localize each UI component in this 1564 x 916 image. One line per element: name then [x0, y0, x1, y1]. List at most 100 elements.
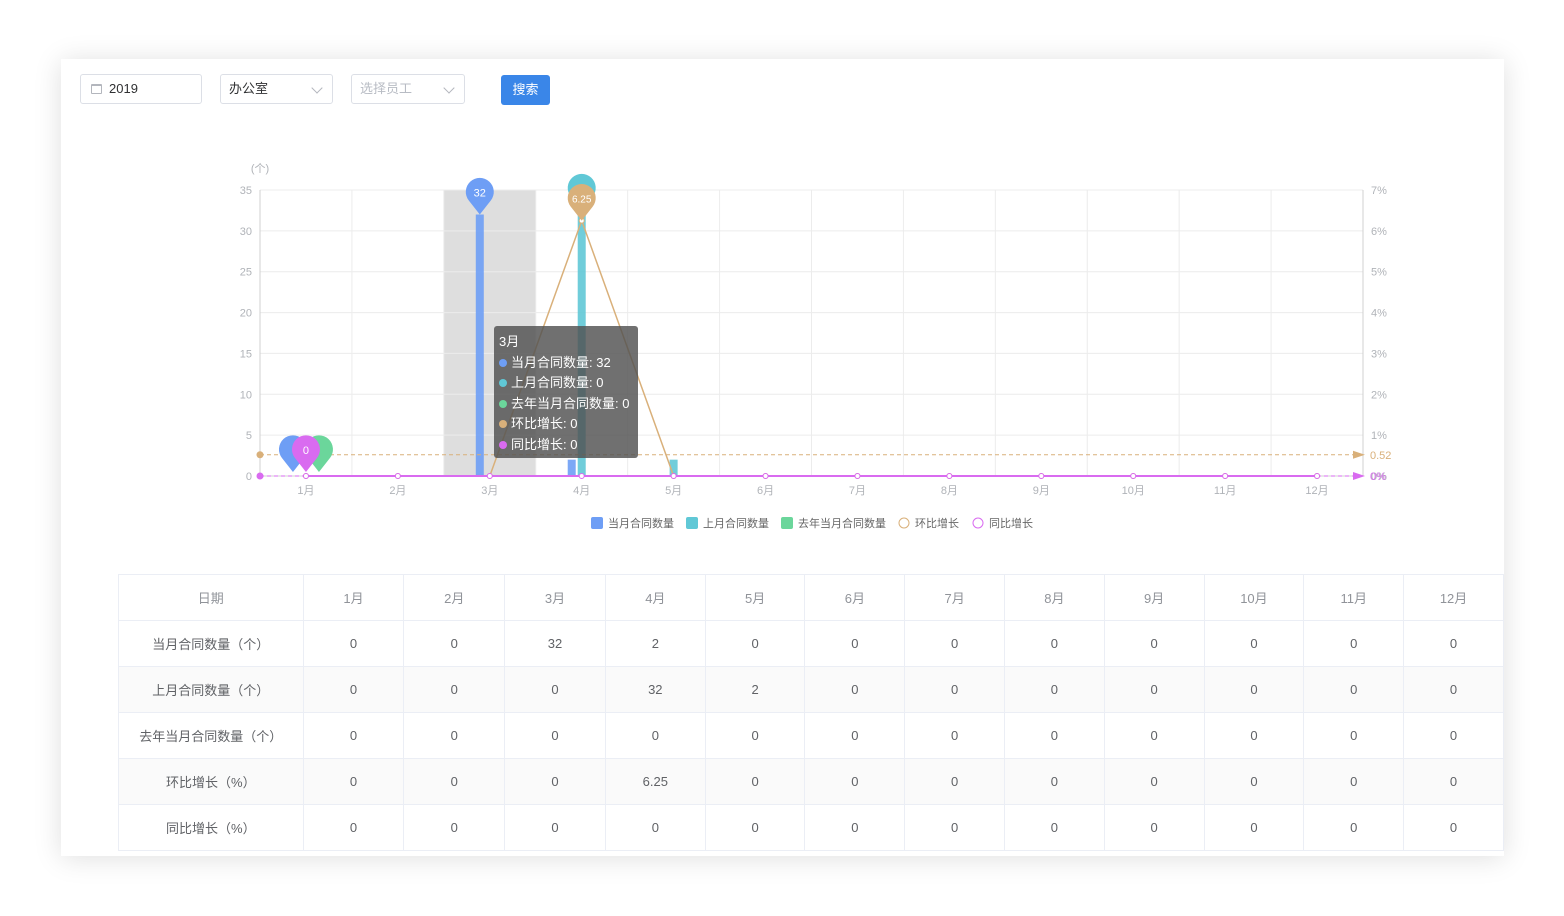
table-cell: 0: [704, 804, 806, 851]
table-cell: 0: [704, 758, 806, 805]
x-tick-label: 5月: [665, 485, 682, 497]
table-cell: 0: [504, 758, 606, 805]
tooltip-row-text: 环比增长: 0: [511, 416, 578, 432]
table-cell: 0: [904, 712, 1006, 759]
y-tick-label: 35: [240, 185, 252, 197]
table-cell: 0: [1303, 804, 1405, 851]
y-tick-label: 20: [240, 308, 252, 320]
table-cell: 0: [1203, 666, 1305, 713]
table-cell: 0: [1403, 712, 1504, 759]
bar: [567, 459, 576, 476]
tooltip-dot: [499, 358, 507, 367]
pin-label: 6.25: [572, 195, 592, 206]
tooltip-dot: [499, 399, 507, 408]
table-cell: 0: [403, 666, 506, 713]
table-cell: 0: [1103, 620, 1205, 667]
legend-swatch: [781, 517, 793, 529]
table-cell: 0: [1203, 712, 1305, 759]
table-cell: 0: [302, 712, 405, 759]
table-cell: 0: [302, 804, 405, 851]
legend-label: 去年当月合同数量: [798, 516, 886, 530]
y2-tick-label: 3%: [1371, 348, 1387, 360]
header-cell-month: 12月: [1403, 574, 1504, 621]
table-cell: 0: [1403, 620, 1504, 667]
table-cell: 0: [403, 620, 506, 667]
header-cell-month: 2月: [403, 574, 506, 621]
table-cell: 0: [1004, 758, 1105, 805]
y2-tick-label: 7%: [1371, 185, 1387, 197]
chart-tooltip: 3月 当月合同数量: 32 上月合同数量: 0 去年当月合同数量: 0 环比增长…: [494, 326, 638, 458]
tooltip-row-text: 当月合同数量: 32: [511, 354, 611, 370]
legend-label: 同比增长: [989, 516, 1033, 530]
table-cell: 0: [403, 758, 506, 805]
legend-swatch: [898, 517, 910, 529]
table-cell: 0: [1103, 712, 1205, 759]
table-row: 当月合同数量（个） 0 0 32 2 0 0 0 0 0 0 0 0: [118, 620, 1504, 667]
y2-tick-label: 5%: [1371, 267, 1387, 279]
table-cell: 0: [504, 712, 606, 759]
y2-tick-label: 2%: [1371, 389, 1387, 401]
table-header-row: 日期 1月 2月 3月 4月 5月 6月 7月 8月 9月 10月 11月 12月: [118, 574, 1504, 621]
table-cell: 0: [1303, 758, 1405, 805]
table-cell: 2: [704, 666, 806, 713]
x-tick-label: 8月: [941, 485, 958, 497]
table-row: 环比增长（%） 0 0 0 6.25 0 0 0 0 0 0 0 0: [118, 758, 1504, 805]
legend-label: 当月合同数量: [608, 516, 674, 530]
header-cell-month: 3月: [504, 574, 606, 621]
x-tick-label: 7月: [849, 485, 866, 497]
table-cell: 0: [1303, 666, 1405, 713]
header-cell-month: 8月: [1004, 574, 1105, 621]
y2-tick-label: 6%: [1371, 226, 1387, 238]
pin-label: 0: [303, 445, 309, 457]
table-cell: 0: [1203, 804, 1305, 851]
tooltip-title: 3月: [499, 334, 520, 349]
table-row: 同比增长（%） 0 0 0 0 0 0 0 0 0 0 0 0: [118, 804, 1504, 851]
x-tick-label: 2月: [389, 485, 406, 497]
table-cell: 0: [1103, 666, 1205, 713]
x-tick-label: 11月: [1214, 485, 1236, 497]
tooltip-row: 环比增长: 0: [499, 414, 633, 435]
table-cell: 0: [403, 712, 506, 759]
line-point: [946, 473, 953, 479]
header-cell-month: 7月: [904, 574, 1006, 621]
header-cell-month: 10月: [1203, 574, 1305, 621]
y2-tick-label: 4%: [1371, 308, 1387, 320]
table-cell: 0: [403, 804, 506, 851]
tooltip-row: 同比增长: 0: [499, 435, 633, 456]
tooltip-dot: [499, 379, 507, 388]
x-tick-label: 1月: [297, 485, 314, 497]
line-point: [1038, 473, 1045, 479]
table-header: 日期 1月 2月 3月 4月 5月 6月 7月 8月 9月 10月 11月 12月: [118, 574, 1504, 621]
report-card: 2019 办公室 选择员工 搜索 0 0% 5 1% 10 2% 15 3% 20 4% 25 5% 3…: [61, 59, 1504, 856]
average-line-label: 0%: [1370, 471, 1386, 483]
legend-label: 环比增长: [915, 516, 959, 530]
table-cell: 0: [1403, 666, 1504, 713]
x-tick-label: 9月: [1033, 485, 1050, 497]
line-point: [854, 473, 861, 479]
table-cell: 0: [504, 666, 606, 713]
row-label: 同比增长（%）: [118, 804, 304, 851]
row-label: 当月合同数量（个）: [118, 620, 304, 667]
table-cell: 32: [504, 620, 606, 667]
table-row: 去年当月合同数量（个） 0 0 0 0 0 0 0 0 0 0 0 0: [118, 712, 1504, 759]
table-cell: 0: [1403, 804, 1504, 851]
table-cell: 0: [1403, 758, 1504, 805]
average-line-start: [256, 472, 264, 480]
tooltip-row-text: 上月合同数量: 0: [511, 375, 604, 391]
line-point: [1222, 473, 1229, 479]
table-cell: 0: [804, 712, 906, 759]
table-cell: 0: [904, 804, 1006, 851]
table-cell: 0: [1103, 804, 1205, 851]
y-tick-label: 15: [240, 348, 252, 360]
table-cell: 0: [504, 804, 606, 851]
average-line-label: 0.52: [1370, 450, 1391, 462]
row-label: 去年当月合同数量（个）: [118, 712, 304, 759]
line-point: [670, 473, 677, 479]
tooltip-dot: [499, 440, 507, 449]
legend-swatch: [591, 517, 603, 529]
x-tick-label: 4月: [573, 485, 590, 497]
tooltip-row-text: 去年当月合同数量: 0: [511, 395, 630, 411]
table-cell: 0: [302, 758, 405, 805]
average-line-start: [256, 451, 264, 459]
bar: [475, 214, 484, 476]
